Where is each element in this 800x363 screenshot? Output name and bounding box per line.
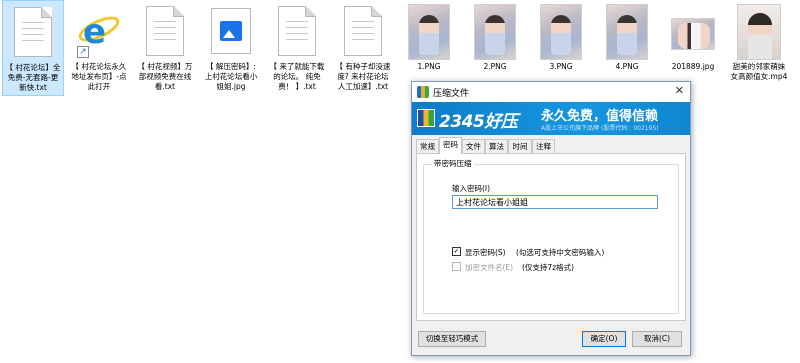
internet-explorer-shortcut-icon: e ↗	[75, 6, 123, 58]
close-icon[interactable]: ✕	[675, 84, 684, 97]
photo-thumbnail	[474, 4, 516, 60]
file-item[interactable]: 【 有种子却没速度? 来村花论坛人工加速】.txt	[332, 0, 394, 96]
image-file-icon	[211, 8, 251, 54]
tab-general[interactable]: 常规	[416, 139, 439, 153]
file-item[interactable]: 甜美的邻家萌妹女高颜值女.mp4	[728, 0, 790, 96]
tab-comment[interactable]: 注释	[532, 139, 555, 153]
tab-algorithm[interactable]: 算法	[485, 139, 508, 153]
photo-thumbnail	[408, 4, 450, 60]
brand-subline: A股上市公司旗下品牌 (股票代码：002195)	[541, 125, 659, 132]
password-groupbox: 带密码压缩 输入密码(I) ✓ 显示密码(S) (勾选可支持中文密码输入) 加密…	[423, 158, 679, 314]
password-input[interactable]	[452, 195, 658, 209]
haozip-logo-icon	[417, 109, 435, 127]
app-icon	[417, 86, 429, 98]
compress-dialog: 压缩文件 ✕ 2345好压 永久免费，值得信赖 A股上市公司旗下品牌 (股票代码…	[411, 81, 691, 356]
file-name: 2.PNG	[483, 62, 507, 71]
show-password-hint: (勾选可支持中文密码输入)	[516, 248, 605, 257]
text-file-icon	[344, 6, 382, 56]
file-name: 【 有种子却没速度? 来村花论坛人工加速】.txt	[335, 62, 391, 91]
file-name: 1.PNG	[417, 62, 441, 71]
brand-banner: 2345好压 永久免费，值得信赖 A股上市公司旗下品牌 (股票代码：002195…	[412, 102, 690, 135]
password-tab-panel: 带密码压缩 输入密码(I) ✓ 显示密码(S) (勾选可支持中文密码输入) 加密…	[416, 153, 686, 321]
encrypt-filenames-checkbox[interactable]	[452, 262, 461, 271]
file-name: 甜美的邻家萌妹女高颜值女.mp4	[730, 62, 788, 81]
dialog-title: 压缩文件	[433, 89, 470, 99]
file-item[interactable]: 【 村花论坛】全免费-无套路-更新快.txt	[2, 0, 64, 96]
file-name: 【 村花论坛】全免费-无套路-更新快.txt	[5, 63, 61, 92]
file-name: 201889.jpg	[671, 62, 715, 71]
encrypt-filenames-hint: (仅支持7z格式)	[522, 263, 575, 272]
switch-simple-mode-button[interactable]: 切换至轻巧模式	[418, 331, 486, 347]
encrypt-filenames-label[interactable]: 加密文件名(E)	[465, 262, 513, 273]
photo-thumbnail	[540, 4, 582, 60]
tab-password[interactable]: 密码	[439, 137, 462, 154]
file-name: 【 村花视频】万部视频免费在线看.txt	[137, 62, 193, 91]
file-name: 【 来了就能下载的论坛。 纯免费！ 】.txt	[269, 62, 325, 91]
file-item[interactable]: 【 解压密码】: 上村花论坛看小姐姐.jpg	[200, 0, 262, 96]
show-password-label[interactable]: 显示密码(S)	[465, 247, 506, 258]
dialog-titlebar[interactable]: 压缩文件 ✕	[412, 82, 690, 102]
file-item[interactable]: 【 村花视频】万部视频免费在线看.txt	[134, 0, 196, 96]
show-password-checkbox[interactable]: ✓	[452, 247, 461, 256]
photo-thumbnail	[671, 18, 715, 50]
tab-time[interactable]: 时间	[508, 139, 532, 153]
file-name: 3.PNG	[549, 62, 573, 71]
groupbox-title: 带密码压缩	[432, 158, 474, 169]
text-file-icon	[278, 6, 316, 56]
text-file-icon	[14, 7, 52, 57]
file-name: 【 村花论坛永久地址发布页】-点此打开	[71, 62, 127, 91]
brand-slogan: 永久免费，值得信赖	[541, 109, 659, 124]
photo-thumbnail	[606, 4, 648, 60]
password-label: 输入密码(I)	[452, 184, 491, 193]
file-name: 【 解压密码】: 上村花论坛看小姐姐.jpg	[204, 62, 258, 91]
file-explorer-view: 【 村花论坛】全免费-无套路-更新快.txt e ↗ 【 村花论坛永久地址发布页】…	[0, 0, 800, 363]
file-name: 4.PNG	[615, 62, 639, 71]
brand-name: 2345好压	[439, 112, 518, 132]
tab-files[interactable]: 文件	[462, 139, 485, 153]
text-file-icon	[146, 6, 184, 56]
file-item[interactable]: 【 来了就能下载的论坛。 纯免费！ 】.txt	[266, 0, 328, 96]
ok-button[interactable]: 确定(O)	[582, 331, 626, 347]
cancel-button[interactable]: 取消(C)	[632, 331, 682, 347]
file-item[interactable]: e ↗ 【 村花论坛永久地址发布页】-点此打开	[68, 0, 130, 96]
video-thumbnail	[737, 4, 781, 60]
